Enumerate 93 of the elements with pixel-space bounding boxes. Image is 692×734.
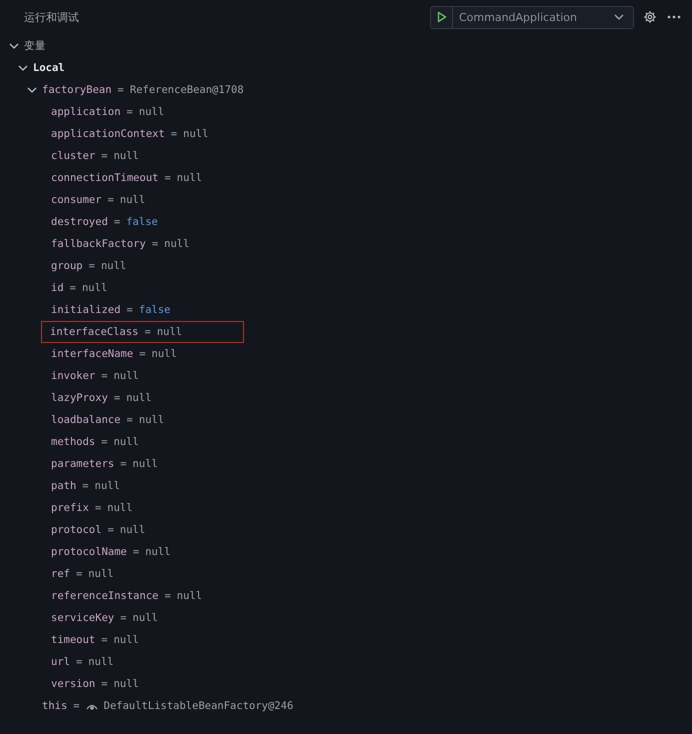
variable-value: null [114,436,139,448]
variable-name: group [51,260,83,272]
equals-sign: = [76,568,82,580]
equals-sign: = [101,150,108,162]
equals-sign: = [126,106,133,118]
equals-sign: = [118,84,124,96]
equals-sign: = [101,678,108,690]
section-label: 变量 [24,39,46,53]
variable-name: timeout [51,634,96,646]
variable-value: null [114,678,139,690]
equals-sign: = [101,436,108,448]
variable-value: null [120,194,146,206]
equals-sign: = [108,524,114,536]
variable-value: null [132,458,158,470]
variable-name: methods [51,436,96,448]
variable-name: invoker [51,370,96,382]
variable-name: fallbackFactory [51,238,146,250]
variable-name: parameters [51,458,114,470]
variable-value: DefaultListableBeanFactory@246 [104,700,294,712]
equals-sign: = [101,634,108,646]
variable-value: null [183,128,208,140]
equals-sign: = [126,414,133,426]
variable-name: loadbalance [51,414,121,426]
variable-value: null [114,634,139,646]
equals-sign: = [139,348,146,360]
equals-sign: = [82,480,89,492]
equals-sign: = [73,700,80,712]
variable-value: null [164,238,190,250]
equals-sign: = [126,304,133,316]
variable-name: initialized [51,304,121,316]
variable-name: this [42,700,68,712]
variable-value: null [176,590,202,602]
variable-name: ref [51,568,70,580]
variable-name: version [51,678,96,690]
variable-value: null [114,150,139,162]
variable-name: cluster [51,150,96,162]
variable-name: path [51,480,76,492]
variable-value: null [156,326,182,338]
variable-name: factoryBean [42,84,112,96]
variable-value: null [82,282,108,294]
variable-name: protocolName [51,546,127,558]
variable-value: null [120,524,146,536]
variable-value: null [114,370,139,382]
variable-value: null [100,260,126,272]
equals-sign: = [114,216,120,228]
variable-value: null [176,172,202,184]
variable-value: false [138,304,170,316]
variable-value: null [138,106,164,118]
variable-value: null [145,546,170,558]
variable-value: null [107,502,133,514]
equals-sign: = [70,282,76,294]
variable-name: id [51,282,64,294]
equals-sign: = [170,128,178,140]
variable-name: prefix [51,502,89,514]
variable-name: lazyProxy [51,392,108,404]
variable-value: null [94,480,120,492]
variable-name: protocol [51,524,102,536]
equals-sign: = [94,502,102,514]
variable-name: consumer [51,194,102,206]
variable-name: url [51,656,70,668]
variable-name: connectionTimeout [51,172,158,184]
equals-sign: = [152,238,158,250]
variable-name: serviceKey [51,612,114,624]
variable-name: destroyed [51,216,108,228]
variable-name: interfaceName [51,348,134,360]
variable-value: ReferenceBean@1708 [130,84,244,96]
variable-name: application [51,106,121,118]
variable-name: applicationContext [51,128,165,140]
equals-sign: = [101,370,108,382]
equals-sign: = [114,392,120,404]
config-name: CommandApplication [459,10,577,24]
launch-config-select[interactable]: CommandApplication [430,6,634,28]
variable-value: false [126,216,158,228]
variable-name: referenceInstance [51,590,158,602]
equals-sign: = [120,458,127,470]
variable-value: null [126,392,152,404]
variable-name: interfaceClass [50,326,139,338]
settings-icon[interactable] [642,9,658,25]
equals-sign: = [164,590,171,602]
equals-sign: = [108,194,114,206]
variable-value: null [88,656,114,668]
equals-sign: = [164,172,171,184]
equals-sign: = [132,546,140,558]
variable-value: null [132,612,158,624]
variable-value: null [138,414,164,426]
variable-value: null [88,568,114,580]
scope-label: Local [33,62,65,74]
panel-title: 运行和调试 [24,10,80,24]
equals-sign: = [144,326,151,338]
equals-sign: = [76,656,82,668]
variable-value: null [152,348,177,360]
equals-sign: = [88,260,95,272]
equals-sign: = [120,612,127,624]
